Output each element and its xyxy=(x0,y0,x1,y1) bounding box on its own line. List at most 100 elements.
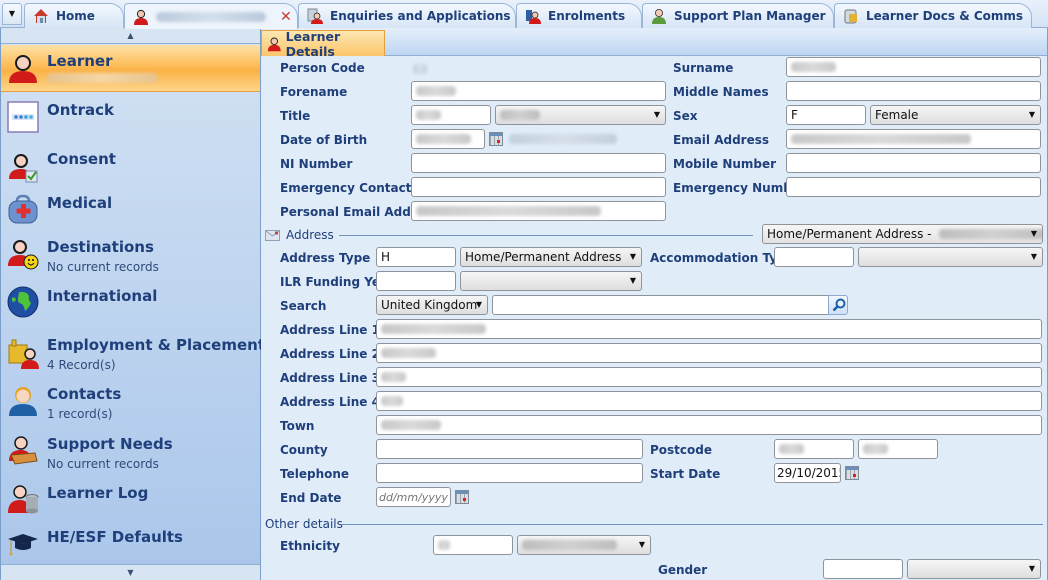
sidebar-item-international[interactable]: International xyxy=(1,280,260,329)
chevron-down-icon: ▼ xyxy=(653,110,660,119)
sidebar-item-destinations[interactable]: Destinations No current records xyxy=(1,231,260,280)
gender-code-input[interactable] xyxy=(823,559,903,579)
scroll-up-icon: ▲ xyxy=(127,31,134,40)
sidebar-item-employment-placements[interactable]: Employment & Placements 4 Record(s) xyxy=(1,329,274,378)
age-info-redacted xyxy=(509,134,617,144)
chevron-down-icon: ▼ xyxy=(475,300,482,309)
address-type-label: Address Type xyxy=(280,251,371,265)
tab-bar: ▼ Home ✕ Enquiries and Applications Enro… xyxy=(0,0,1048,29)
sidebar-item-label: Contacts xyxy=(47,385,122,403)
sidebar-item-learner-log[interactable]: Learner Log xyxy=(1,477,260,521)
start-date-input[interactable]: 29/10/2015 xyxy=(774,463,841,483)
sidebar-item-contacts[interactable]: Contacts 1 record(s) xyxy=(1,378,260,428)
address-section-divider xyxy=(339,235,753,236)
close-tab-icon[interactable]: ✕ xyxy=(280,9,292,25)
country-dropdown[interactable]: United Kingdom ▼ xyxy=(376,295,488,315)
ethnicity-code-input[interactable] xyxy=(433,535,513,555)
address-line-1-input[interactable] xyxy=(376,319,1042,339)
middle-names-input[interactable] xyxy=(786,81,1041,101)
scroll-down-icon: ▼ xyxy=(127,568,134,577)
surname-input[interactable] xyxy=(786,57,1041,77)
title-dropdown[interactable]: ▼ xyxy=(495,105,666,125)
accommodation-type-label: Accommodation Type xyxy=(650,251,794,265)
forename-input[interactable] xyxy=(411,81,666,101)
address-line-4-input[interactable] xyxy=(376,391,1042,411)
home-icon xyxy=(34,9,48,23)
calendar-icon[interactable] xyxy=(455,490,469,504)
tab-home[interactable]: Home xyxy=(24,3,124,28)
sidebar-item-status: 1 record(s) xyxy=(47,407,113,421)
date-of-birth-label: Date of Birth xyxy=(280,133,368,147)
sidebar-item-label: Learner xyxy=(47,52,113,70)
tab-enquiries-applications[interactable]: Enquiries and Applications xyxy=(298,3,516,28)
sidebar-item-consent[interactable]: Consent xyxy=(1,143,260,187)
accommodation-type-dropdown[interactable]: ▼ xyxy=(858,247,1043,267)
title-code-input[interactable] xyxy=(411,105,491,125)
sex-dropdown[interactable]: Female ▼ xyxy=(870,105,1041,125)
address-selector-dropdown[interactable]: Home/Permanent Address - ▼ xyxy=(762,224,1043,244)
sidebar-scroll-up-button[interactable]: ▲ xyxy=(1,28,260,44)
gender-dropdown[interactable]: ▼ xyxy=(907,559,1041,579)
chevron-down-icon: ▼ xyxy=(1028,110,1035,119)
mobile-number-input[interactable] xyxy=(786,153,1041,173)
sidebar-item-label: Employment & Placements xyxy=(47,336,274,354)
sidebar-scroll-down-button[interactable]: ▼ xyxy=(1,564,260,580)
postcode-outward-input[interactable] xyxy=(774,439,854,459)
calendar-icon[interactable] xyxy=(489,132,503,146)
sidebar-item-medical[interactable]: Medical xyxy=(1,187,260,231)
postcode-inward-input[interactable] xyxy=(858,439,938,459)
middle-names-label: Middle Names xyxy=(673,85,769,99)
tab-learner-record[interactable]: ✕ xyxy=(124,3,298,29)
tab-label: Enquiries and Applications xyxy=(330,9,511,23)
ilr-funding-year-dropdown[interactable]: ▼ xyxy=(460,271,642,291)
telephone-input[interactable] xyxy=(376,463,643,483)
destinations-icon xyxy=(8,240,39,270)
address-type-code-input[interactable]: H xyxy=(376,247,456,267)
sidebar-item-status: No current records xyxy=(47,260,159,274)
end-date-label: End Date xyxy=(280,491,342,505)
search-label: Search xyxy=(280,299,327,313)
address-search-button[interactable] xyxy=(828,295,848,315)
personal-email-input[interactable] xyxy=(411,201,666,221)
tab-learner-details[interactable]: Learner Details xyxy=(261,29,385,59)
emergency-contact-input[interactable] xyxy=(411,177,666,197)
ethnicity-dropdown[interactable]: ▼ xyxy=(517,535,651,555)
sidebar-item-support-needs[interactable]: Support Needs No current records xyxy=(1,428,260,477)
sidebar-item-learner[interactable]: Learner xyxy=(1,45,260,92)
chevron-down-icon: ▼ xyxy=(1030,252,1037,261)
gender-label: Gender xyxy=(658,563,708,577)
address-type-dropdown[interactable]: Home/Permanent Address ▼ xyxy=(460,247,642,267)
calendar-icon[interactable] xyxy=(845,466,859,480)
sidebar-item-ontrack[interactable]: Ontrack xyxy=(1,94,260,142)
tab-support-plan-manager[interactable]: Support Plan Manager xyxy=(642,3,834,28)
end-date-input[interactable] xyxy=(376,487,451,507)
ni-number-input[interactable] xyxy=(411,153,666,173)
tab-label: Support Plan Manager xyxy=(674,9,826,23)
sidebar-item-he-esf-defaults[interactable]: HE/ESF Defaults xyxy=(1,521,260,565)
date-of-birth-input[interactable] xyxy=(411,129,485,149)
learner-details-panel: Learner Details Person Code Forename Tit… xyxy=(261,28,1048,580)
tab-label: Learner Docs & Comms xyxy=(866,9,1024,23)
tab-list-menu-button[interactable]: ▼ xyxy=(2,3,22,25)
emergency-number-input[interactable] xyxy=(786,177,1041,197)
town-input[interactable] xyxy=(376,415,1042,435)
graduation-cap-icon xyxy=(8,534,38,556)
enrolments-icon xyxy=(526,10,541,24)
learner-log-icon xyxy=(8,485,39,514)
chevron-down-icon: ▼ xyxy=(1028,564,1035,573)
tab-enrolments[interactable]: Enrolments xyxy=(516,3,642,28)
sidebar-item-label: Destinations xyxy=(47,238,154,256)
address-line-2-input[interactable] xyxy=(376,343,1042,363)
email-address-input[interactable] xyxy=(786,129,1041,149)
postcode-label: Postcode xyxy=(650,443,713,457)
county-input[interactable] xyxy=(376,439,643,459)
address-type-value: Home/Permanent Address xyxy=(465,250,622,264)
sex-code-input[interactable]: F xyxy=(786,105,866,125)
ilr-funding-year-code-input[interactable] xyxy=(376,271,456,291)
surname-label: Surname xyxy=(673,61,734,75)
tab-learner-docs-comms[interactable]: Learner Docs & Comms xyxy=(834,3,1032,28)
accommodation-type-code-input[interactable] xyxy=(774,247,854,267)
person-code-value xyxy=(413,64,427,74)
address-line-3-input[interactable] xyxy=(376,367,1042,387)
address-search-input[interactable] xyxy=(492,295,829,315)
